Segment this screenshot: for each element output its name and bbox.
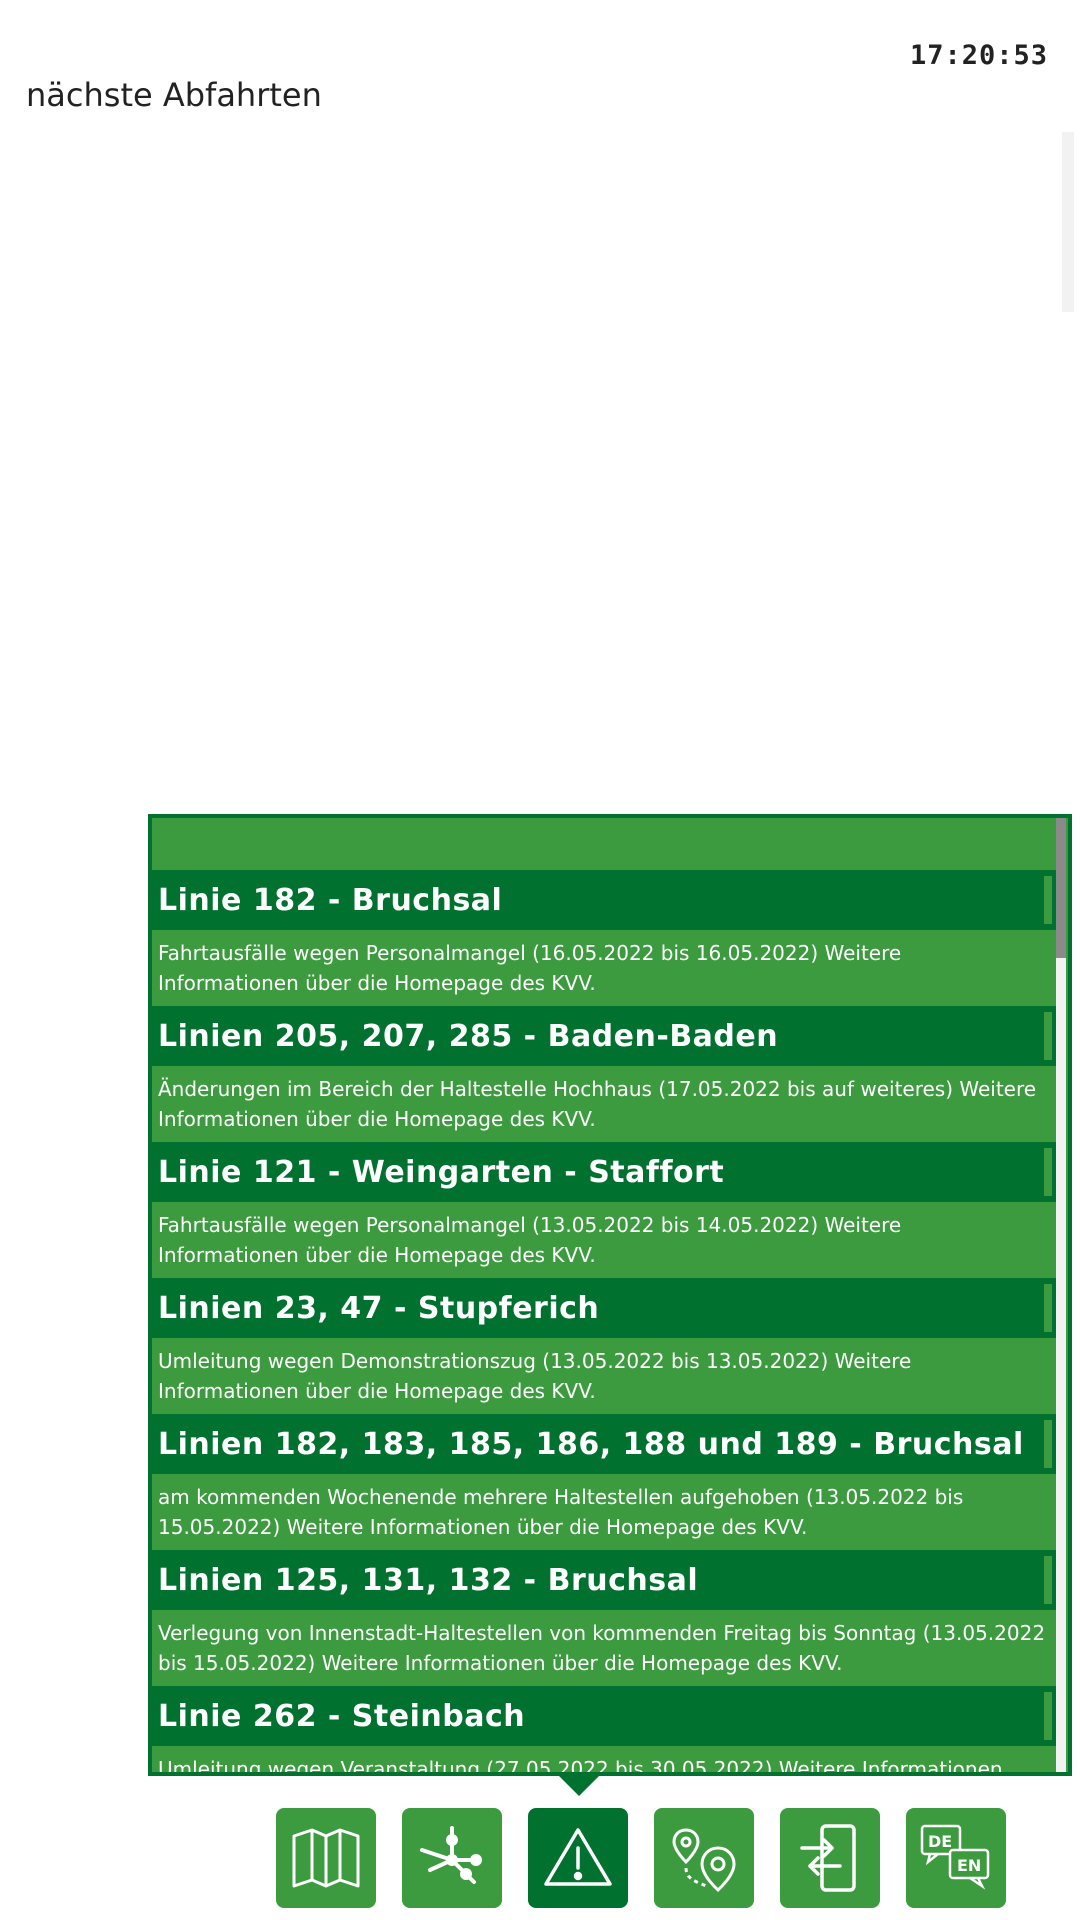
message-text: am kommenden Wochenende mehrere Halteste… bbox=[152, 1474, 1056, 1550]
warning-button[interactable] bbox=[528, 1808, 628, 1908]
row-marker bbox=[1044, 1420, 1052, 1468]
phone-transfer-button[interactable] bbox=[780, 1808, 880, 1908]
row-marker bbox=[1044, 1556, 1052, 1604]
network-button[interactable] bbox=[402, 1808, 502, 1908]
row-marker bbox=[1044, 1012, 1052, 1060]
notifications-panel: Linie 182 - Bruchsal Fahrtausfälle wegen… bbox=[148, 814, 1072, 1776]
message-title[interactable]: Linien 23, 47 - Stupferich bbox=[152, 1278, 1056, 1338]
row-marker bbox=[1044, 1284, 1052, 1332]
bottom-toolbar: DE EN bbox=[276, 1808, 1006, 1908]
warning-icon bbox=[544, 1828, 612, 1886]
message-title-text: Linien 182, 183, 185, 186, 188 und 189 -… bbox=[158, 1426, 1024, 1462]
svg-text:EN: EN bbox=[957, 1856, 981, 1875]
map-button[interactable] bbox=[276, 1808, 376, 1908]
language-button[interactable]: DE EN bbox=[906, 1808, 1006, 1908]
route-icon bbox=[672, 1828, 736, 1892]
map-icon bbox=[292, 1828, 360, 1888]
message-title[interactable]: Linien 125, 131, 132 - Bruchsal bbox=[152, 1550, 1056, 1610]
message-title-text: Linie 182 - Bruchsal bbox=[158, 882, 503, 918]
message-text: Umleitung wegen Veranstaltung (27.05.202… bbox=[152, 1746, 1056, 1772]
message-text: Verlegung von Innenstadt-Haltestellen vo… bbox=[152, 1610, 1056, 1686]
message-title[interactable]: Linien 205, 207, 285 - Baden-Baden bbox=[152, 1006, 1056, 1066]
message-text: Fahrtausfälle wegen Personalmangel (16.0… bbox=[152, 930, 1056, 1006]
message-text: Änderungen im Bereich der Haltestelle Ho… bbox=[152, 1066, 1056, 1142]
message-list: Linie 182 - Bruchsal Fahrtausfälle wegen… bbox=[152, 870, 1056, 1772]
message-title-text: Linien 23, 47 - Stupferich bbox=[158, 1290, 600, 1326]
language-icon: DE EN bbox=[920, 1824, 990, 1890]
phone-transfer-icon bbox=[800, 1824, 856, 1892]
message-title-text: Linien 205, 207, 285 - Baden-Baden bbox=[158, 1018, 779, 1054]
svg-text:DE: DE bbox=[928, 1832, 952, 1851]
message-text: Fahrtausfälle wegen Personalmangel (13.0… bbox=[152, 1202, 1056, 1278]
row-marker bbox=[1044, 1692, 1052, 1740]
network-icon bbox=[420, 1826, 482, 1884]
panel-header bbox=[152, 818, 1068, 870]
panel-pointer bbox=[557, 1774, 601, 1796]
message-title-text: Linie 121 - Weingarten - Staffort bbox=[158, 1154, 725, 1190]
row-marker bbox=[1044, 1148, 1052, 1196]
scrollbar-thumb[interactable] bbox=[1056, 818, 1066, 958]
message-title[interactable]: Linie 121 - Weingarten - Staffort bbox=[152, 1142, 1056, 1202]
clock: 17:20:53 bbox=[909, 40, 1048, 71]
message-title-text: Linien 125, 131, 132 - Bruchsal bbox=[158, 1562, 699, 1598]
message-title[interactable]: Linien 182, 183, 185, 186, 188 und 189 -… bbox=[152, 1414, 1056, 1474]
message-title-text: Linie 262 - Steinbach bbox=[158, 1698, 526, 1734]
panel-scrollbar[interactable] bbox=[1056, 818, 1066, 1772]
page-title: nächste Abfahrten bbox=[26, 76, 322, 114]
message-title[interactable]: Linie 182 - Bruchsal bbox=[152, 870, 1056, 930]
message-title[interactable]: Linie 262 - Steinbach bbox=[152, 1686, 1056, 1746]
route-button[interactable] bbox=[654, 1808, 754, 1908]
message-text: Umleitung wegen Demonstrationszug (13.05… bbox=[152, 1338, 1056, 1414]
row-marker bbox=[1044, 876, 1052, 924]
main-scrollbar[interactable] bbox=[1062, 132, 1074, 312]
